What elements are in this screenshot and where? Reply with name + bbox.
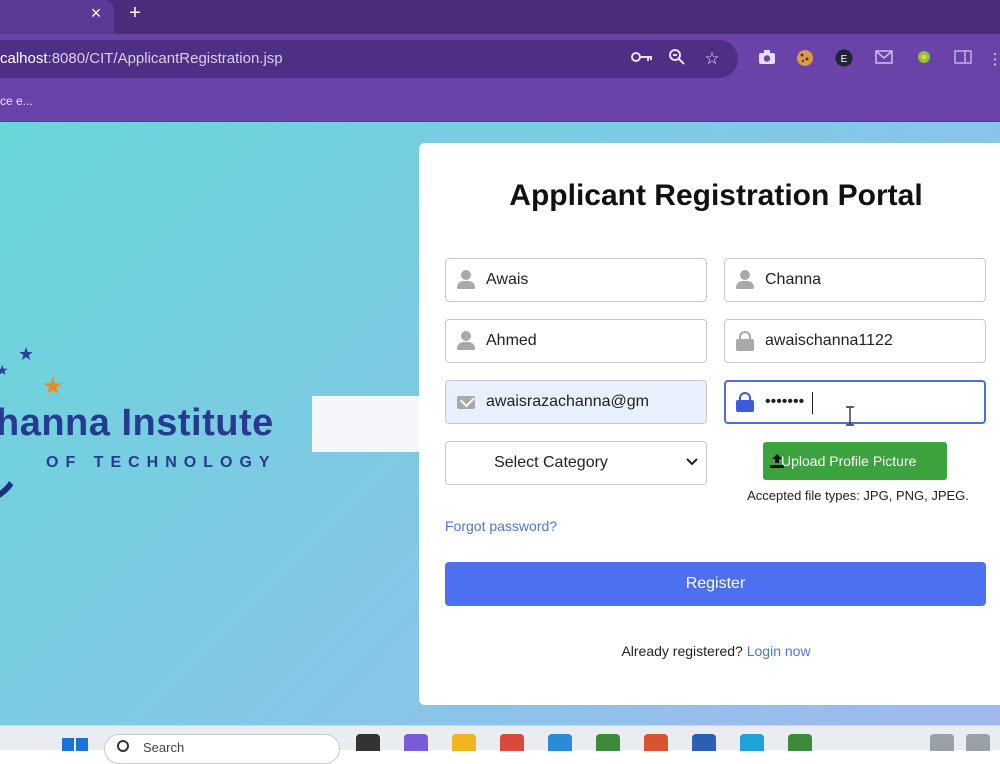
logo-subtitle: OF TECHNOLOGY <box>46 454 277 471</box>
taskbar-search[interactable]: Search <box>104 734 340 764</box>
page-title: Applicant Registration Portal <box>509 179 923 212</box>
word-icon[interactable] <box>692 734 716 751</box>
person-icon <box>457 270 475 290</box>
last-name-field[interactable]: Channa <box>724 258 986 302</box>
username-value[interactable]: awaischanna1122 <box>765 332 979 354</box>
taskbar-app-icon[interactable] <box>356 734 380 751</box>
taskbar-app-icon[interactable] <box>966 734 990 751</box>
registration-card: Applicant Registration Portal Awais Chan… <box>419 143 1000 705</box>
star-icon: ★ <box>18 344 35 364</box>
key-icon[interactable] <box>630 48 654 70</box>
person-icon <box>457 331 475 351</box>
search-text: Search <box>143 740 185 755</box>
taskbar-app-icon[interactable] <box>788 734 812 751</box>
email-value[interactable]: awaisrazachanna@gm <box>486 393 700 415</box>
username-field[interactable]: awaischanna1122 <box>724 319 986 363</box>
chevron-down-icon <box>686 454 698 469</box>
taskbar-app-icon[interactable] <box>548 734 572 751</box>
middle-name-field[interactable]: Ahmed <box>445 319 707 363</box>
taskbar-app-icon[interactable] <box>404 734 428 751</box>
mouse-cursor <box>845 406 855 426</box>
taskbar-app-icon[interactable] <box>644 734 668 751</box>
sidebar-icon[interactable] <box>952 49 974 71</box>
camera-icon[interactable] <box>756 49 778 71</box>
login-link[interactable]: Login now <box>747 643 811 659</box>
first-name-field[interactable]: Awais <box>445 258 707 302</box>
text-caret <box>812 392 813 414</box>
login-prompt: Already registered? Login now <box>621 643 811 659</box>
middle-name-value[interactable]: Ahmed <box>486 332 700 354</box>
password-value[interactable]: ••••••• <box>765 393 979 415</box>
register-button[interactable]: Register <box>445 562 986 606</box>
browser-toolbar: calhost:8080/CIT/ApplicantRegistration.j… <box>0 34 1000 86</box>
search-icon <box>117 740 129 752</box>
close-icon[interactable]: × <box>86 3 106 23</box>
url-text[interactable]: calhost:8080/CIT/ApplicantRegistration.j… <box>0 50 283 67</box>
taskbar-app-icon[interactable] <box>596 734 620 751</box>
location-icon[interactable] <box>913 49 935 71</box>
refresh-icon[interactable] <box>930 734 954 751</box>
bookmark-item[interactable]: ce e... <box>0 94 33 108</box>
logo-title: hanna Institute <box>0 402 274 444</box>
tab-strip: × + <box>0 0 1000 34</box>
star-icon: ★ <box>42 373 64 400</box>
lock-icon <box>736 392 754 412</box>
password-field[interactable]: ••••••• <box>724 380 986 424</box>
star-icon: ★ <box>0 362 9 378</box>
extension-e-icon[interactable]: E <box>833 49 855 71</box>
address-bar[interactable]: calhost:8080/CIT/ApplicantRegistration.j… <box>0 40 738 78</box>
cookie-icon[interactable] <box>794 49 816 71</box>
taskbar-app-icon[interactable] <box>740 734 764 751</box>
zoom-icon[interactable] <box>665 48 689 70</box>
bookmarks-bar: ce e... <box>0 86 1000 122</box>
lock-icon <box>736 331 754 351</box>
upload-profile-button[interactable]: Upload Profile Picture <box>763 442 947 480</box>
upload-label: Upload Profile Picture <box>781 453 917 469</box>
chrome-icon[interactable] <box>500 734 524 751</box>
windows-icon[interactable] <box>62 738 88 751</box>
star-icon[interactable]: ☆ <box>700 48 724 70</box>
email-icon <box>457 392 475 412</box>
folder-icon[interactable] <box>452 734 476 751</box>
last-name-value[interactable]: Channa <box>765 271 979 293</box>
active-tab[interactable]: × <box>0 0 114 34</box>
accepted-file-types: Accepted file types: JPG, PNG, JPEG. <box>747 488 969 503</box>
category-selected: Select Category <box>494 454 608 471</box>
menu-dots-icon[interactable]: ⋮ <box>984 49 1000 71</box>
first-name-value[interactable]: Awais <box>486 271 700 293</box>
mail-icon[interactable] <box>873 49 895 71</box>
category-select[interactable]: Select Category <box>445 441 707 485</box>
forgot-password-link[interactable]: Forgot password? <box>445 518 557 534</box>
person-icon <box>736 270 754 290</box>
svg-text:E: E <box>841 54 848 65</box>
email-field[interactable]: awaisrazachanna@gm <box>445 380 707 424</box>
taskbar: Search <box>0 725 1000 764</box>
divider-strip <box>312 396 422 452</box>
new-tab-button[interactable]: + <box>124 2 146 24</box>
